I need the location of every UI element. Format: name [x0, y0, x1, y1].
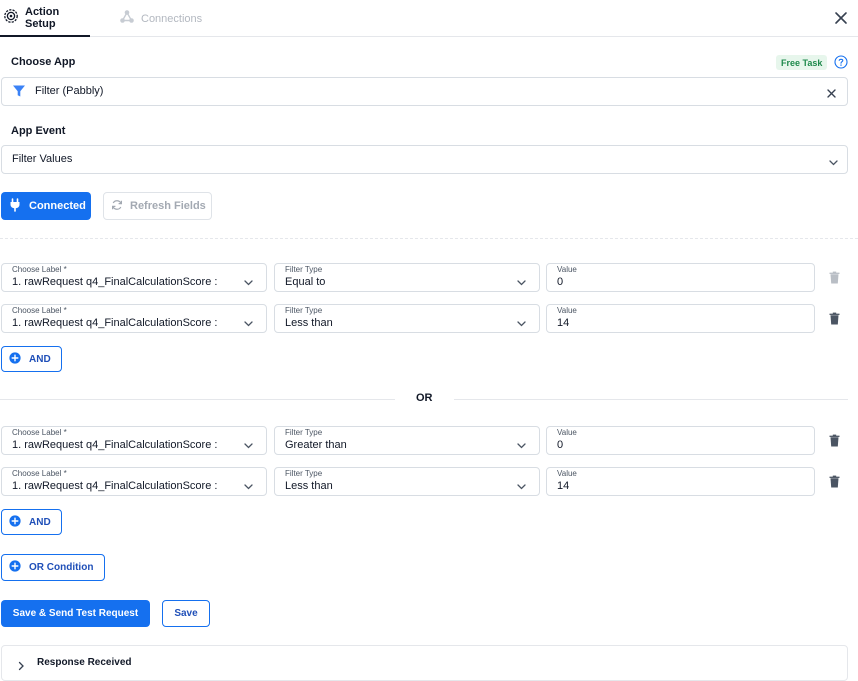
chevron-right-icon — [16, 658, 26, 676]
tab-connections-label: Connections — [141, 12, 203, 25]
refresh-fields-button[interactable]: Refresh Fields — [103, 192, 212, 220]
choose-label-value: 1. rawRequest q4_FinalCalculationScore : — [12, 439, 218, 451]
chevron-down-icon — [243, 479, 254, 497]
connections-icon — [119, 9, 135, 28]
filter-type-value: Less than — [285, 317, 333, 329]
clear-app-icon[interactable] — [826, 86, 837, 104]
filter-type-value: Equal to — [285, 276, 326, 288]
value-input[interactable]: Value 0 — [546, 263, 815, 292]
chevron-down-icon — [243, 316, 254, 334]
filter-type-value: Greater than — [285, 439, 347, 451]
choose-label-select[interactable]: Choose Label * 1. rawRequest q4_FinalCal… — [1, 467, 267, 496]
filter-type-select[interactable]: Filter Type Less than — [274, 304, 540, 333]
connected-button-label: Connected — [29, 200, 86, 212]
value-text: 14 — [557, 317, 570, 329]
and-button-label: AND — [29, 516, 51, 528]
choose-label-value: 1. rawRequest q4_FinalCalculationScore : — [12, 276, 218, 288]
choose-app-label: Choose App — [11, 56, 76, 68]
app-event-value: Filter Values — [12, 153, 73, 165]
trash-icon[interactable] — [829, 434, 840, 447]
value-input[interactable]: Value 14 — [546, 304, 815, 333]
plus-circle-icon — [9, 560, 21, 575]
tab-bar: Action Setup Connections — [0, 0, 858, 37]
plus-circle-icon — [9, 351, 21, 367]
and-button[interactable]: AND — [1, 346, 62, 372]
trash-icon[interactable] — [829, 312, 840, 325]
filter-funnel-icon — [12, 84, 26, 103]
value-caption: Value — [557, 265, 577, 274]
or-condition-label: OR Condition — [29, 562, 94, 573]
tab-action-setup-label: Action Setup — [25, 5, 60, 30]
filter-type-value: Less than — [285, 480, 333, 492]
value-input[interactable]: Value 14 — [546, 467, 815, 496]
and-button[interactable]: AND — [1, 509, 62, 535]
response-received-panel[interactable]: Response Received — [1, 645, 848, 681]
chevron-down-icon — [243, 438, 254, 456]
or-divider-right — [454, 399, 848, 400]
choose-label-caption: Choose Label * — [12, 469, 67, 478]
choose-label-caption: Choose Label * — [12, 265, 67, 274]
or-divider-left — [0, 399, 395, 400]
gear-icon — [3, 8, 19, 27]
filter-type-caption: Filter Type — [285, 469, 323, 478]
value-input[interactable]: Value 0 — [546, 426, 815, 455]
value-caption: Value — [557, 306, 577, 315]
app-event-select[interactable]: Filter Values — [1, 145, 848, 174]
save-button[interactable]: Save — [162, 600, 210, 627]
choose-label-select[interactable]: Choose Label * 1. rawRequest q4_FinalCal… — [1, 263, 267, 292]
filter-type-caption: Filter Type — [285, 306, 323, 315]
filter-type-select[interactable]: Filter Type Greater than — [274, 426, 540, 455]
trash-icon[interactable] — [829, 475, 840, 488]
plus-circle-icon — [9, 514, 21, 530]
value-text: 0 — [557, 439, 564, 451]
filter-type-caption: Filter Type — [285, 265, 323, 274]
help-circle-icon[interactable] — [834, 55, 848, 69]
filter-type-caption: Filter Type — [285, 428, 323, 437]
choose-label-select[interactable]: Choose Label * 1. rawRequest q4_FinalCal… — [1, 304, 267, 333]
chevron-down-icon — [516, 275, 527, 293]
choose-app-select[interactable]: Filter (Pabbly) — [1, 77, 848, 106]
tab-action-setup[interactable]: Action Setup — [0, 0, 90, 37]
or-separator: OR — [416, 392, 433, 404]
chevron-down-icon — [516, 438, 527, 456]
connected-button[interactable]: Connected — [1, 192, 91, 220]
trash-icon[interactable] — [829, 271, 840, 284]
close-icon[interactable] — [833, 10, 849, 26]
value-text: 14 — [557, 480, 570, 492]
filter-type-select[interactable]: Filter Type Equal to — [274, 263, 540, 292]
section-divider — [0, 238, 858, 239]
choose-label-value: 1. rawRequest q4_FinalCalculationScore : — [12, 480, 218, 492]
value-caption: Value — [557, 469, 577, 478]
choose-app-value: Filter (Pabbly) — [35, 85, 104, 97]
chevron-down-icon — [516, 316, 527, 334]
refresh-icon — [111, 199, 123, 214]
choose-label-select[interactable]: Choose Label * 1. rawRequest q4_FinalCal… — [1, 426, 267, 455]
value-text: 0 — [557, 276, 564, 288]
choose-label-value: 1. rawRequest q4_FinalCalculationScore : — [12, 317, 218, 329]
or-condition-button[interactable]: OR Condition — [1, 554, 105, 581]
response-received-label: Response Received — [37, 657, 132, 668]
refresh-fields-label: Refresh Fields — [130, 200, 206, 212]
free-task-badge: Free Task — [776, 55, 828, 70]
chevron-down-icon — [243, 275, 254, 293]
choose-label-caption: Choose Label * — [12, 306, 67, 315]
value-caption: Value — [557, 428, 577, 437]
plug-icon — [9, 197, 21, 215]
choose-label-caption: Choose Label * — [12, 428, 67, 437]
filter-type-select[interactable]: Filter Type Less than — [274, 467, 540, 496]
chevron-down-icon — [516, 479, 527, 497]
tab-connections[interactable]: Connections — [119, 0, 202, 37]
app-event-label: App Event — [11, 125, 66, 137]
and-button-label: AND — [29, 353, 51, 365]
chevron-down-icon — [828, 155, 839, 173]
save-send-test-button[interactable]: Save & Send Test Request — [1, 600, 150, 627]
